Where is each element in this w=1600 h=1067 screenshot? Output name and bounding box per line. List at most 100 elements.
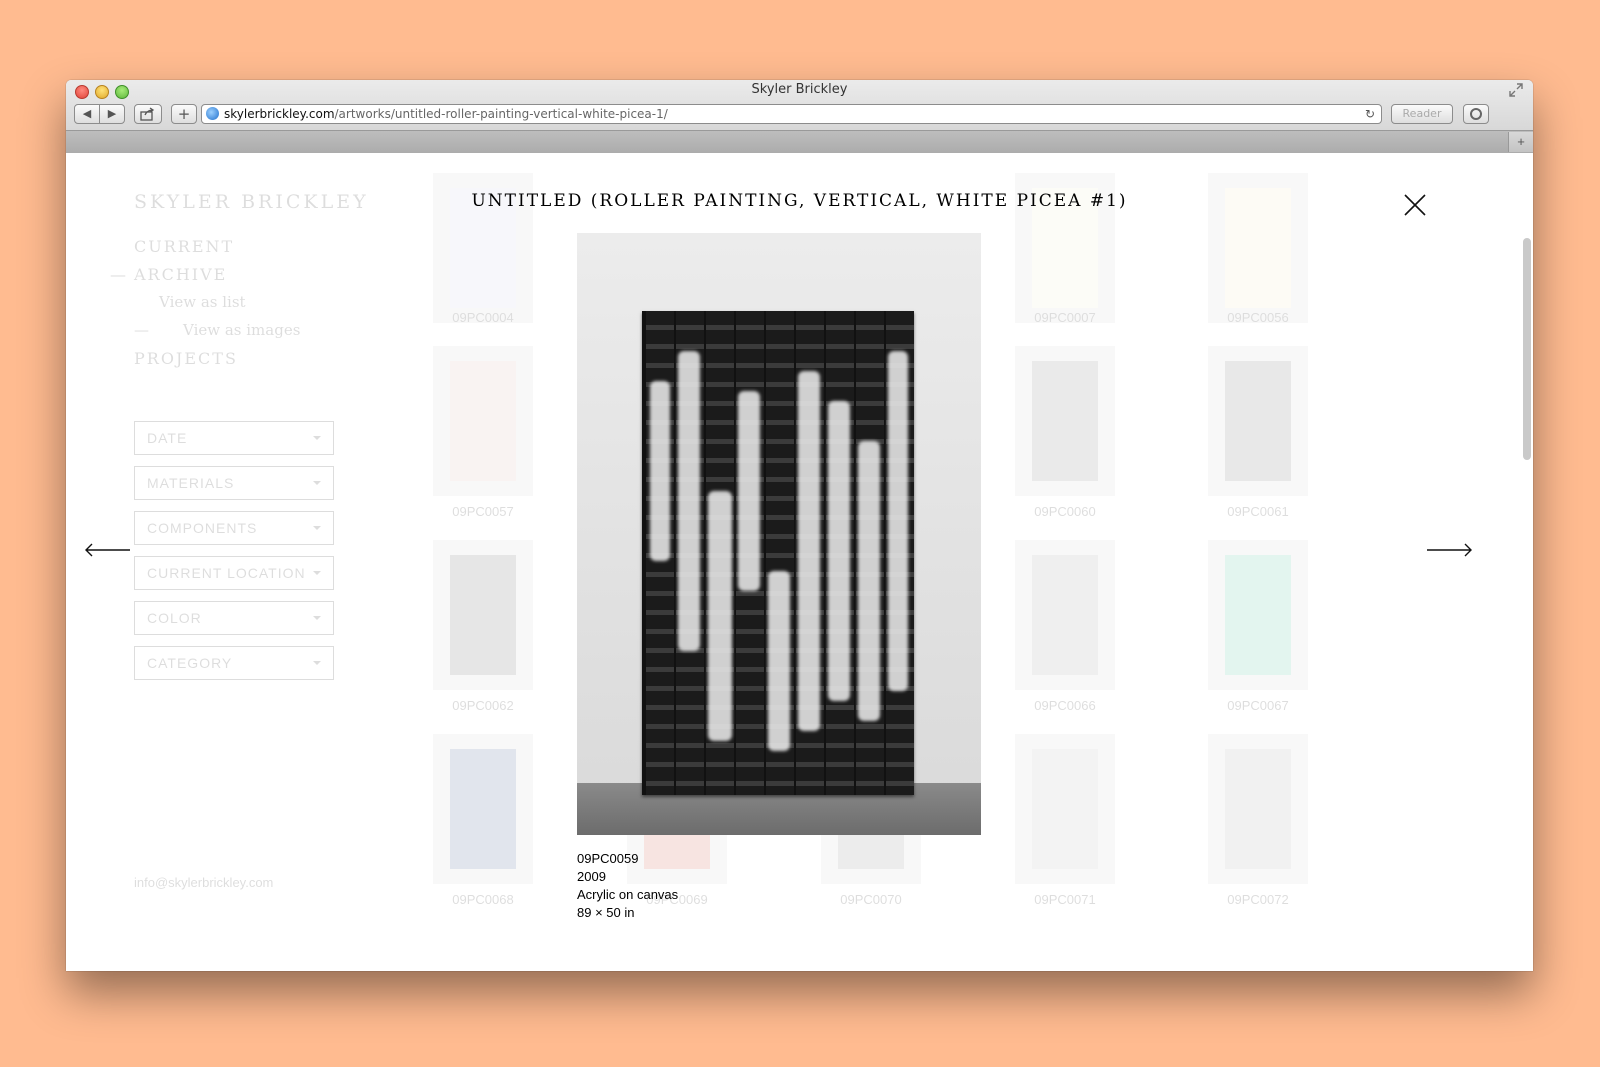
artwork-image: [450, 361, 516, 481]
plus-icon: +: [177, 105, 191, 123]
next-arrow-icon[interactable]: [1425, 543, 1473, 562]
artwork-title: UNTITLED (ROLLER PAINTING, VERTICAL, WHI…: [471, 191, 1128, 211]
browser-window: Skyler Brickley ◀ ▶ + skylerbrickley.com…: [66, 80, 1533, 971]
filter-components[interactable]: COMPONENTS: [134, 511, 334, 545]
white-mark: [708, 491, 732, 741]
back-arrow-icon: ◀: [82, 107, 92, 120]
reader-button[interactable]: Reader: [1391, 104, 1453, 124]
filter-label: CURRENT LOCATION: [147, 565, 306, 581]
close-icon[interactable]: [1403, 193, 1427, 217]
nav-archive[interactable]: — ARCHIVE: [110, 265, 300, 293]
artwork-image: [1225, 555, 1291, 675]
artwork-caption: 09PC0059 2009 Acrylic on canvas 89 × 50 …: [577, 850, 678, 922]
artwork-image: [1225, 749, 1291, 869]
thumbnail-label: 09PC0070: [840, 892, 902, 907]
artwork-image: [1225, 361, 1291, 481]
thumbnail-label: 09PC0061: [1227, 504, 1289, 519]
artwork-photo: [577, 233, 981, 835]
catalog-number: 09PC0059: [577, 851, 639, 866]
artwork-thumbnail[interactable]: [1015, 540, 1115, 690]
filter-date[interactable]: DATE: [134, 421, 334, 455]
chevron-down-icon: [313, 526, 321, 530]
filter-materials[interactable]: MATERIALS: [134, 466, 334, 500]
white-mark: [768, 571, 790, 751]
url-domain: skylerbrickley.com: [224, 107, 335, 121]
share-button[interactable]: [134, 104, 162, 124]
thumbnail-label: 09PC0056: [1227, 310, 1289, 325]
nav-view-images[interactable]: — View as images: [134, 321, 300, 349]
nav-dash: —: [134, 321, 149, 339]
thumbnail-label: 09PC0007: [1034, 310, 1096, 325]
page-content: SKYLER BRICKLEY CURRENT — ARCHIVE View as…: [66, 153, 1533, 971]
filter-label: CATEGORY: [147, 655, 233, 671]
page-scrollbar[interactable]: [1523, 238, 1531, 460]
chevron-down-icon: [313, 481, 321, 485]
thumbnail-label: 09PC0071: [1034, 892, 1096, 907]
filter-category[interactable]: CATEGORY: [134, 646, 334, 680]
thumbnail-label: 09PC0072: [1227, 892, 1289, 907]
white-mark: [678, 351, 700, 651]
address-bar[interactable]: skylerbrickley.com/artworks/untitled-rol…: [201, 104, 1382, 124]
thumbnail-label: 09PC0066: [1034, 698, 1096, 713]
artwork-thumbnail[interactable]: [433, 346, 533, 496]
previous-arrow-icon[interactable]: [84, 543, 132, 562]
nav-dash: —: [110, 265, 128, 284]
nav-view-images-label: View as images: [183, 321, 301, 339]
artwork-dimensions: 89 × 50 in: [577, 905, 635, 920]
filter-label: DATE: [147, 430, 188, 446]
site-nav: CURRENT — ARCHIVE View as list — View as i…: [110, 237, 300, 377]
window-title: Skyler Brickley: [751, 82, 848, 97]
roller-painting-canvas: [642, 311, 914, 795]
artwork-image: [450, 555, 516, 675]
globe-icon: [206, 107, 219, 120]
nav-projects[interactable]: PROJECTS: [134, 349, 300, 377]
artwork-image: [1032, 555, 1098, 675]
reload-icon[interactable]: ↻: [1365, 105, 1375, 123]
artwork-image: [450, 749, 516, 869]
white-mark: [888, 351, 908, 691]
chevron-down-icon: [313, 616, 321, 620]
chevron-down-icon: [313, 661, 321, 665]
downloads-button[interactable]: [1463, 104, 1489, 124]
filter-label: COLOR: [147, 610, 202, 626]
new-tab-button[interactable]: +: [1508, 132, 1533, 152]
artwork-thumbnail[interactable]: [1015, 346, 1115, 496]
artwork-thumbnail[interactable]: [1208, 734, 1308, 884]
thumbnail-label: 09PC0060: [1034, 504, 1096, 519]
nav-view-list[interactable]: View as list: [134, 293, 300, 321]
filter-color[interactable]: COLOR: [134, 601, 334, 635]
forward-arrow-icon: ▶: [107, 107, 117, 120]
artwork-thumbnail[interactable]: [1015, 734, 1115, 884]
url-path: /artworks/untitled-roller-painting-verti…: [334, 107, 668, 121]
contact-email[interactable]: info@skylerbrickley.com: [134, 875, 273, 890]
forward-button[interactable]: ▶: [99, 104, 125, 124]
tab-bar: +: [66, 130, 1533, 153]
artwork-thumbnail[interactable]: [1208, 540, 1308, 690]
filter-label: COMPONENTS: [147, 520, 258, 536]
nav-archive-label: ARCHIVE: [134, 265, 228, 284]
white-mark: [738, 391, 760, 591]
download-icon: [1470, 108, 1482, 120]
thumbnail-label: 09PC0057: [452, 504, 514, 519]
chevron-down-icon: [313, 436, 321, 440]
white-mark: [858, 441, 880, 721]
chevron-down-icon: [313, 571, 321, 575]
back-button[interactable]: ◀: [74, 104, 100, 124]
nav-current[interactable]: CURRENT: [134, 237, 300, 265]
fullscreen-icon[interactable]: [1509, 83, 1523, 97]
white-mark: [798, 371, 820, 731]
share-icon: [140, 107, 155, 121]
artwork-thumbnail[interactable]: [1208, 346, 1308, 496]
thumbnail-label: 09PC0004: [452, 310, 514, 325]
artwork-thumbnail[interactable]: [433, 734, 533, 884]
artwork-thumbnail[interactable]: [433, 540, 533, 690]
artwork-image: [1032, 361, 1098, 481]
artwork-year: 2009: [577, 869, 606, 884]
artwork-image: [1032, 749, 1098, 869]
thumbnail-label: 09PC0068: [452, 892, 514, 907]
artwork-medium: Acrylic on canvas: [577, 887, 679, 902]
filter-current-location[interactable]: CURRENT LOCATION: [134, 556, 334, 590]
white-mark: [828, 401, 850, 701]
url-text: skylerbrickley.com/artworks/untitled-rol…: [224, 105, 668, 123]
add-bookmark-button[interactable]: +: [171, 104, 197, 124]
